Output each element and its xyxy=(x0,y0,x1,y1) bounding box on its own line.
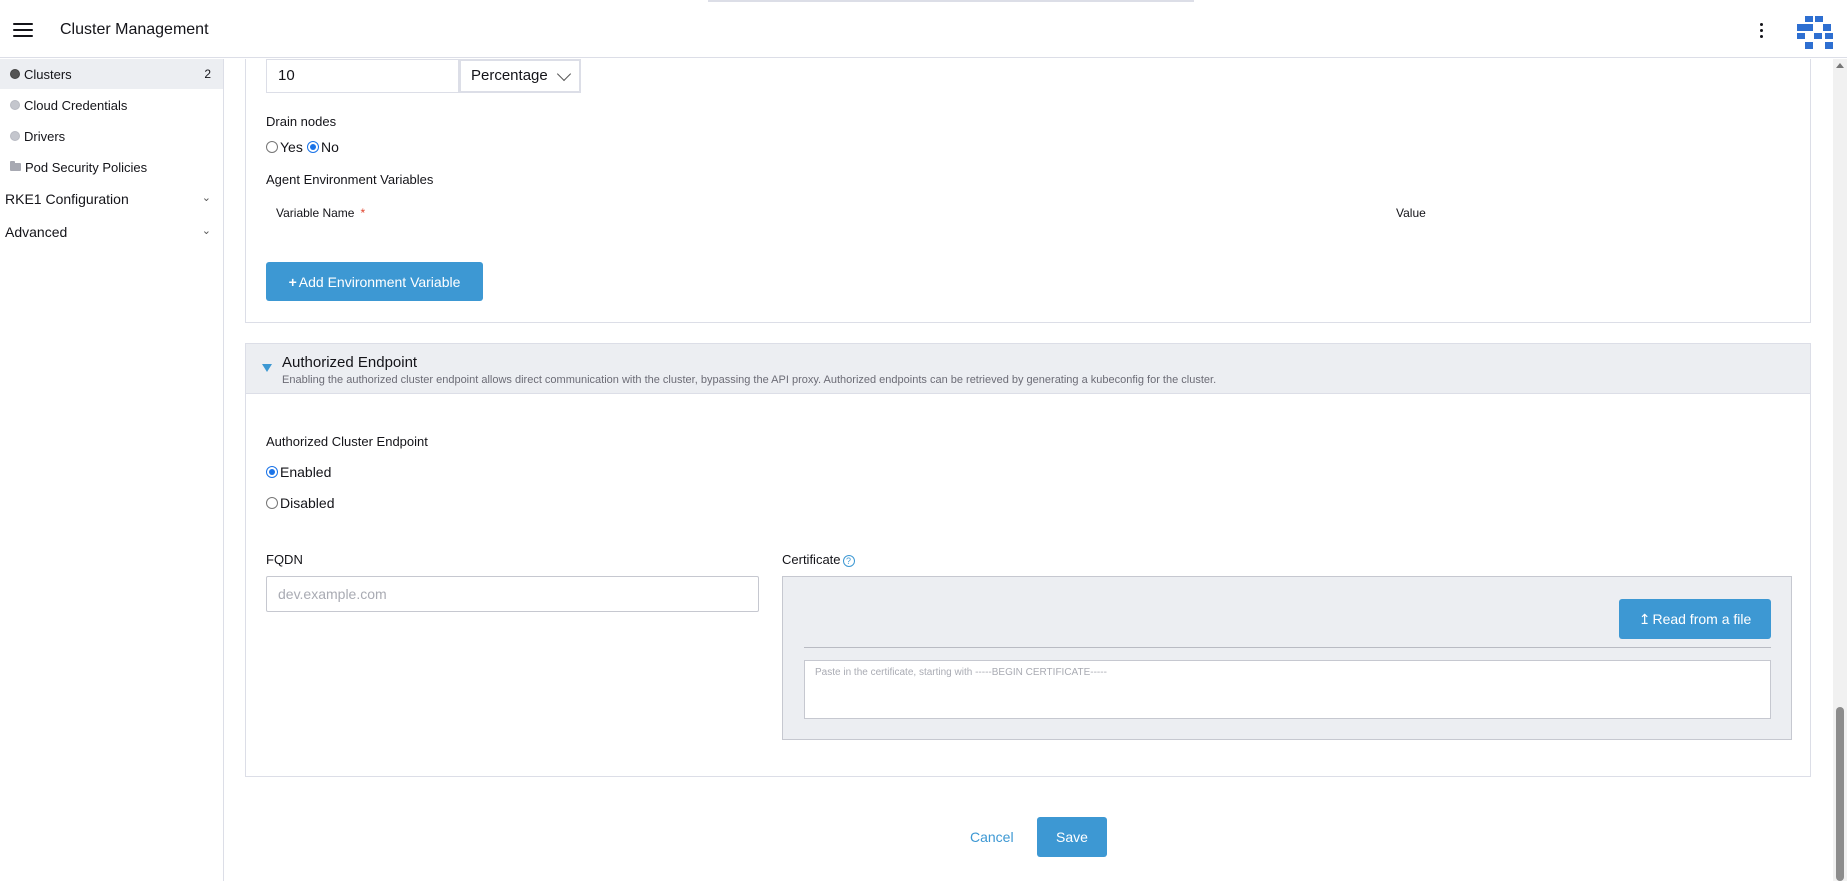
plus-icon: + xyxy=(288,273,297,290)
scrollbar-thumb[interactable] xyxy=(1836,707,1844,881)
radio-icon xyxy=(307,141,319,153)
page-title: Cluster Management xyxy=(60,21,209,38)
hamburger-icon[interactable] xyxy=(13,23,33,39)
unit-select-value: Percentage xyxy=(471,67,548,84)
certificate-label: Certificate? xyxy=(782,552,855,567)
dot-icon xyxy=(10,131,20,141)
chevron-down-icon xyxy=(556,66,572,82)
upload-icon: ↥ xyxy=(1638,610,1651,627)
chevron-down-icon: ⌄ xyxy=(201,225,211,237)
unit-select[interactable]: Percentage xyxy=(459,59,581,93)
rancher-logo[interactable] xyxy=(1795,14,1835,54)
required-mark: * xyxy=(360,206,366,220)
read-from-file-button[interactable]: ↥ Read from a file xyxy=(1619,599,1771,639)
certificate-box: ↥ Read from a file Paste in the certific… xyxy=(782,576,1792,740)
kebab-icon[interactable] xyxy=(1756,21,1766,41)
certificate-label-text: Certificate xyxy=(782,552,841,567)
fqdn-label: FQDN xyxy=(266,552,303,567)
dot-icon xyxy=(10,100,20,110)
max-unavailable-input[interactable]: 10 xyxy=(266,59,459,93)
ace-enabled-radio[interactable]: Enabled xyxy=(266,464,331,480)
sidebar-item-label: Clusters xyxy=(24,66,72,82)
certificate-textarea[interactable]: Paste in the certificate, starting with … xyxy=(804,660,1771,719)
variable-name-text: Variable Name xyxy=(276,206,355,220)
cluster-dot-icon xyxy=(10,69,20,79)
radio-label: No xyxy=(321,139,339,155)
agent-env-label: Agent Environment Variables xyxy=(266,172,434,187)
cancel-button[interactable]: Cancel xyxy=(970,829,1014,845)
drain-nodes-label: Drain nodes xyxy=(266,114,337,129)
variable-name-header: Variable Name * xyxy=(276,206,365,220)
add-environment-variable-button[interactable]: + Add Environment Variable xyxy=(266,262,483,301)
sidebar: Clusters 2 Cloud Credentials Drivers Pod… xyxy=(0,59,224,881)
scrollbar[interactable] xyxy=(1833,59,1847,881)
sidebar-group-label: RKE1 Configuration xyxy=(5,191,129,207)
radio-label: Yes xyxy=(280,139,303,155)
help-icon[interactable]: ? xyxy=(842,554,855,567)
sidebar-group-advanced[interactable]: Advanced ⌄ xyxy=(0,216,223,248)
ace-disabled-radio[interactable]: Disabled xyxy=(266,495,334,511)
sidebar-item-pod-security-policies[interactable]: Pod Security Policies xyxy=(0,152,223,182)
folder-icon xyxy=(10,161,21,171)
drain-no-radio[interactable]: No xyxy=(307,139,339,155)
sidebar-group-rke1-configuration[interactable]: RKE1 Configuration ⌄ xyxy=(0,183,223,215)
ace-label: Authorized Cluster Endpoint xyxy=(266,434,428,449)
value-header: Value xyxy=(1396,206,1426,220)
drain-yes-radio[interactable]: Yes xyxy=(266,139,303,155)
radio-label: Disabled xyxy=(280,495,335,511)
sidebar-item-drivers[interactable]: Drivers xyxy=(0,121,223,151)
scroll-up-icon[interactable] xyxy=(1836,63,1844,68)
radio-icon xyxy=(266,497,278,509)
sidebar-item-label: Cloud Credentials xyxy=(24,97,128,113)
sidebar-item-cloud-credentials[interactable]: Cloud Credentials xyxy=(0,90,223,120)
tab-sliver xyxy=(708,0,1194,2)
save-button[interactable]: Save xyxy=(1037,817,1107,857)
sidebar-group-label: Advanced xyxy=(5,224,68,240)
section-title: Authorized Endpoint xyxy=(282,354,418,371)
fqdn-input[interactable]: dev.example.com xyxy=(266,576,759,612)
section-description: Enabling the authorized cluster endpoint… xyxy=(282,374,1217,386)
caret-down-icon xyxy=(262,364,272,372)
radio-label: Enabled xyxy=(280,464,332,480)
authorized-endpoint-header[interactable]: Authorized Endpoint Enabling the authori… xyxy=(245,343,1811,394)
app-header: Cluster Management xyxy=(0,4,1847,58)
divider xyxy=(804,647,1771,648)
chevron-down-icon: ⌄ xyxy=(201,192,211,204)
button-label: Read from a file xyxy=(1652,611,1752,627)
radio-icon xyxy=(266,141,278,153)
sidebar-item-label: Pod Security Policies xyxy=(25,159,148,175)
sidebar-item-clusters[interactable]: Clusters 2 xyxy=(0,59,223,89)
cluster-count: 2 xyxy=(204,67,211,81)
sidebar-item-label: Drivers xyxy=(24,128,66,144)
radio-icon xyxy=(266,466,278,478)
button-label: Add Environment Variable xyxy=(298,273,461,290)
